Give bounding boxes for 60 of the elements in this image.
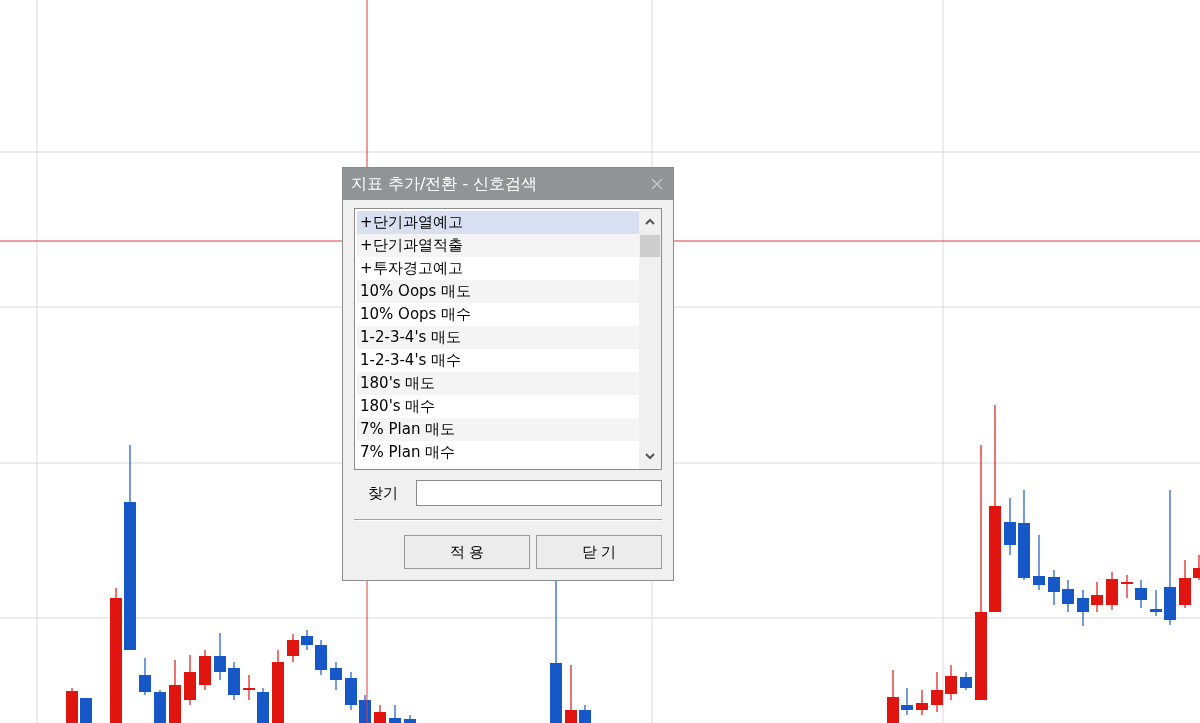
list-item[interactable]: +단기과열적출	[357, 234, 639, 257]
candlestick	[184, 654, 196, 706]
candlestick	[901, 687, 913, 716]
candlestick	[945, 664, 957, 701]
candlestick	[257, 687, 269, 723]
candlestick	[228, 661, 240, 701]
candlestick	[301, 629, 313, 651]
list-item[interactable]: 7% Plan 매수	[357, 441, 639, 464]
candlestick	[169, 659, 181, 723]
candlestick	[1091, 581, 1103, 613]
list-item[interactable]: +단기과열예고	[357, 211, 639, 234]
candlestick	[243, 674, 255, 701]
candlestick	[330, 661, 342, 691]
list-item[interactable]: 10% Oops 매수	[357, 303, 639, 326]
search-label: 찾기	[368, 483, 398, 503]
candlestick	[960, 671, 972, 691]
candlestick	[139, 657, 151, 696]
candlestick	[315, 639, 327, 676]
candlestick	[154, 689, 166, 723]
list-item[interactable]: 7% Plan 매도	[357, 418, 639, 441]
candlestick	[389, 704, 401, 723]
list-item[interactable]: 180's 매수	[357, 395, 639, 418]
scroll-thumb[interactable]	[640, 235, 660, 257]
candlestick	[1135, 579, 1147, 609]
list-item[interactable]: 1-2-3-4's 매도	[357, 326, 639, 349]
candlestick	[374, 704, 386, 723]
candlestick	[1179, 559, 1191, 609]
candlestick	[565, 664, 577, 723]
apply-button[interactable]: 적 용	[404, 535, 530, 569]
close-icon[interactable]	[651, 178, 663, 190]
candlestick	[1033, 534, 1045, 591]
list-item[interactable]: 180's 매도	[357, 372, 639, 395]
candlestick	[1048, 569, 1060, 606]
candlestick	[199, 649, 211, 691]
window-title: 지표 추가/전환 - 신호검색	[351, 173, 538, 195]
candlestick	[1106, 571, 1118, 611]
candlestick	[916, 689, 928, 716]
candlestick	[287, 633, 299, 663]
candlestick	[1121, 574, 1133, 599]
candlestick	[404, 714, 416, 723]
scroll-up-icon[interactable]	[644, 218, 656, 226]
candlestick	[1004, 497, 1016, 556]
candlestick	[345, 671, 357, 711]
candlestick	[887, 669, 899, 723]
scroll-down-icon[interactable]	[644, 452, 656, 460]
candlestick	[80, 697, 92, 723]
candlestick	[214, 632, 226, 681]
list-item[interactable]: 10% Oops 매도	[357, 280, 639, 303]
close-button[interactable]: 닫 기	[536, 535, 662, 569]
candlestick	[1193, 554, 1200, 581]
candlestick	[1150, 589, 1162, 617]
candlestick	[1077, 589, 1089, 627]
candlestick	[931, 671, 943, 713]
list-item[interactable]: 1-2-3-4's 매수	[357, 349, 639, 372]
candlestick	[579, 704, 591, 723]
search-field[interactable]	[416, 480, 662, 506]
candlestick	[66, 687, 78, 723]
scrollbar[interactable]	[639, 209, 661, 469]
list-item[interactable]: +투자경고예고	[357, 257, 639, 280]
candlestick	[1062, 579, 1074, 613]
